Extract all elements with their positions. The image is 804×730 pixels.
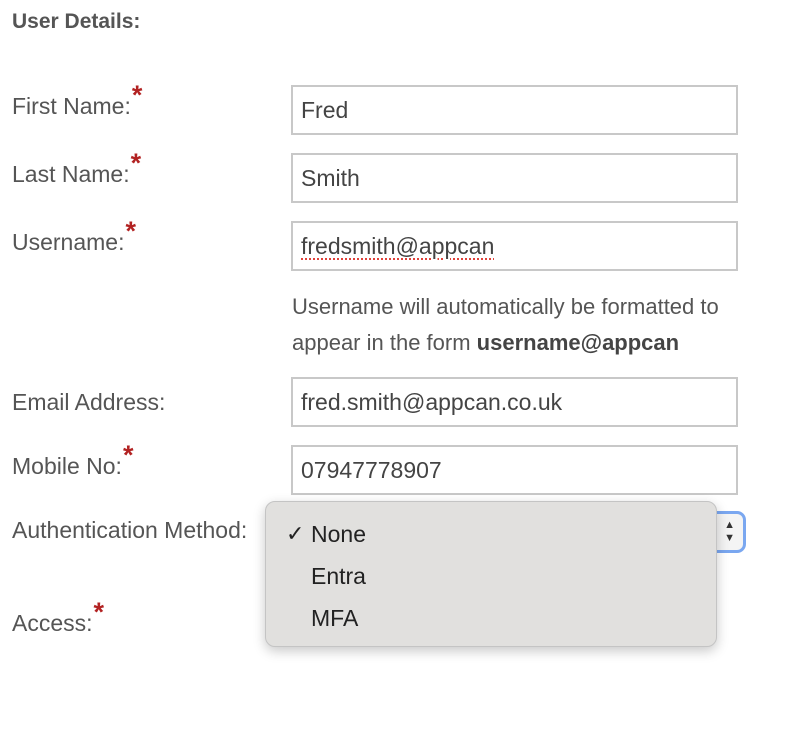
- last-name-label-text: Last Name:: [12, 161, 130, 187]
- email-label: Email Address:: [12, 389, 165, 416]
- auth-method-dropdown: ✓ None Entra MFA: [265, 501, 717, 647]
- username-input[interactable]: fredsmith@appcan: [291, 221, 738, 271]
- first-name-input[interactable]: Fred: [291, 85, 738, 135]
- mobile-label-text: Mobile No:: [12, 453, 122, 479]
- mobile-label: Mobile No:*: [12, 440, 133, 481]
- username-label-text: Username:: [12, 229, 125, 255]
- last-name-label: Last Name:*: [12, 148, 141, 189]
- email-label-text: Email Address:: [12, 389, 166, 415]
- required-marker: *: [131, 80, 143, 110]
- required-marker: *: [122, 440, 134, 470]
- last-name-input[interactable]: Smith: [291, 153, 738, 203]
- username-value: fredsmith@appcan: [301, 233, 495, 259]
- last-name-value: Smith: [301, 165, 360, 191]
- section-title: User Details:: [12, 10, 141, 33]
- option-entra[interactable]: Entra: [266, 556, 716, 596]
- mobile-value: 07947778907: [301, 457, 442, 483]
- auth-method-label-text: Authentication Method:: [12, 517, 248, 543]
- access-label-text: Access:: [12, 610, 93, 636]
- first-name-label: First Name:*: [12, 80, 142, 121]
- option-none-label: None: [311, 521, 366, 547]
- email-value: fred.smith@appcan.co.uk: [301, 389, 563, 415]
- option-entra-label: Entra: [311, 563, 366, 589]
- username-hint: Username will automatically be formatted…: [292, 289, 792, 361]
- select-arrows-icon: ▲ ▼: [724, 519, 735, 544]
- email-input[interactable]: fred.smith@appcan.co.uk: [291, 377, 738, 427]
- auth-method-label: Authentication Method:: [12, 517, 247, 544]
- username-hint-format: username@appcan: [476, 330, 680, 355]
- username-label: Username:*: [12, 216, 136, 257]
- required-marker: *: [130, 148, 142, 178]
- option-mfa[interactable]: MFA: [266, 598, 716, 638]
- first-name-label-text: First Name:: [12, 93, 131, 119]
- required-marker: *: [125, 216, 136, 246]
- option-mfa-label: MFA: [311, 605, 359, 631]
- required-marker: *: [93, 597, 105, 627]
- access-label: Access:*: [12, 597, 104, 638]
- option-none[interactable]: ✓ None: [266, 514, 716, 554]
- checkmark-icon: ✓: [286, 521, 305, 546]
- mobile-input[interactable]: 07947778907: [291, 445, 738, 495]
- first-name-value: Fred: [301, 97, 349, 123]
